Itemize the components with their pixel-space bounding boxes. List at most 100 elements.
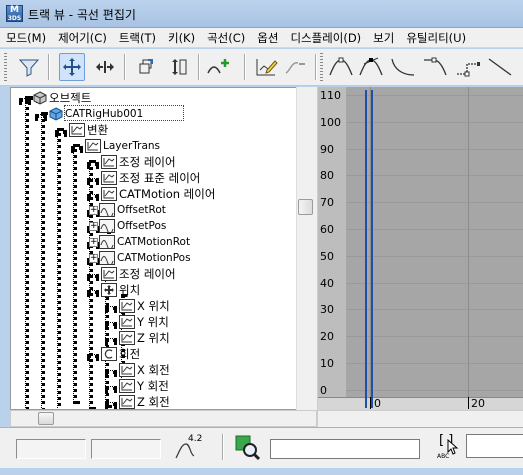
controller-icon xyxy=(69,123,85,137)
curve-horizontal-scrollbar[interactable] xyxy=(318,410,523,427)
draw-curves-icon[interactable] xyxy=(253,53,279,81)
slide-keys-icon[interactable] xyxy=(132,53,158,81)
controller-icon xyxy=(119,363,135,377)
focus-rectangle xyxy=(64,105,184,121)
curve-editor-ruler xyxy=(318,87,346,397)
menu-item-5[interactable]: 옵션 xyxy=(251,30,284,46)
menu-item-7[interactable]: 보기 xyxy=(367,30,400,46)
tree-node[interactable]: X 회전 xyxy=(119,362,170,378)
tree-node-label: CATMotionRot xyxy=(117,236,191,248)
expand-icon[interactable]: + xyxy=(89,253,98,263)
brackets-abc-icon[interactable]: [ ] ABC xyxy=(433,433,463,463)
tree-node[interactable]: + CATMotionRot xyxy=(89,234,190,250)
tree-node[interactable]: 변환 xyxy=(69,122,108,138)
tree-node[interactable]: 조정 표준 레이어 xyxy=(101,170,200,186)
curve-track-icon xyxy=(99,203,115,217)
tree-node[interactable]: + OffsetPos xyxy=(89,218,166,234)
toolbar-grip[interactable] xyxy=(4,53,7,81)
y-axis-label: 100 xyxy=(320,115,341,129)
tree-node[interactable]: + CATMotionPos xyxy=(89,250,191,266)
expand-icon[interactable]: + xyxy=(89,221,98,231)
expand-icon[interactable]: + xyxy=(89,237,98,247)
tree-node[interactable]: + OffsetRot xyxy=(89,202,166,218)
controller-icon xyxy=(101,187,117,201)
tangent-custom-icon[interactable] xyxy=(358,53,384,81)
cat-hub-icon xyxy=(49,107,63,121)
tangent-slow-icon[interactable] xyxy=(422,53,448,81)
tangent-auto-icon[interactable] xyxy=(328,53,354,81)
frame-field[interactable] xyxy=(16,439,86,459)
menu-item-2[interactable]: 트랙(T) xyxy=(113,30,162,46)
object-icon xyxy=(33,91,47,105)
tree-scroll-thumb[interactable] xyxy=(298,199,313,215)
move-keys-icon[interactable] xyxy=(59,53,85,81)
filter-icon[interactable] xyxy=(16,53,42,81)
tree-node-label: CATMotion 레이어 xyxy=(119,187,216,201)
reduce-keys-icon[interactable] xyxy=(283,53,309,81)
tree-node[interactable]: LayerTrans xyxy=(85,138,160,154)
scale-keys-icon[interactable] xyxy=(165,53,191,81)
tree-node-label: Z 회전 xyxy=(137,395,170,409)
key-stats-icon[interactable]: 4.2 xyxy=(172,432,206,462)
controller-icon xyxy=(119,379,135,393)
zoom-selected-icon[interactable] xyxy=(233,433,261,461)
y-axis-label: 70 xyxy=(320,196,334,210)
value-entry-field[interactable] xyxy=(466,434,523,458)
tree-node[interactable]: Y 위치 xyxy=(119,314,169,330)
tree-node-label: X 위치 xyxy=(137,299,170,313)
tree-node-label: 변환 xyxy=(87,123,109,137)
tree-node-label: 위치 xyxy=(119,283,141,297)
tangent-fast-icon[interactable] xyxy=(390,53,416,81)
y-axis-label: 30 xyxy=(320,303,334,317)
app-icon[interactable]: M 3DS xyxy=(6,5,23,22)
tree-node-label: 조정 레이어 xyxy=(119,267,176,281)
tree-horizontal-scrollbar[interactable] xyxy=(10,410,317,427)
controller-tree[interactable]: 오브젝트 CATRigHub001 변환 LayerTrans 조정 레이어 조정 표준 … xyxy=(10,87,317,410)
y-axis-label: 10 xyxy=(320,357,334,370)
menu-item-0[interactable]: 모드(M) xyxy=(0,30,52,46)
tree-node[interactable]: Z 회전 xyxy=(119,394,170,409)
y-axis-label: 90 xyxy=(320,142,334,156)
curve-track-icon xyxy=(99,251,115,265)
y-axis-label: 20 xyxy=(320,330,334,344)
y-axis-label: 60 xyxy=(320,223,334,236)
menu-item-1[interactable]: 제어기(C) xyxy=(52,30,113,46)
tree-node[interactable]: X 위치 xyxy=(119,298,170,314)
controller-icon xyxy=(101,267,117,281)
tree-node-label: Z 위치 xyxy=(137,331,170,345)
tree-vertical-scrollbar[interactable] xyxy=(296,87,317,410)
tree-hscroll-thumb[interactable] xyxy=(38,412,54,425)
tree-node[interactable]: 조정 레이어 xyxy=(101,154,176,170)
menu-item-3[interactable]: 키(K) xyxy=(162,30,201,46)
tree-node[interactable]: Y 회전 xyxy=(119,378,169,394)
curve-editor-grid[interactable] xyxy=(318,87,523,410)
tree-node[interactable]: 오브젝트 xyxy=(33,90,91,106)
tangent-linear-icon[interactable] xyxy=(487,53,513,81)
add-keys-icon[interactable] xyxy=(206,53,232,81)
controller-icon xyxy=(119,315,135,329)
tree-node-label: OffsetPos xyxy=(117,220,167,232)
rotation-icon xyxy=(101,347,117,361)
controller-icon xyxy=(101,171,117,185)
y-axis-label: 40 xyxy=(320,276,334,290)
menu-item-4[interactable]: 곡선(C) xyxy=(201,30,251,46)
search-field[interactable] xyxy=(270,439,420,459)
controller-icon xyxy=(119,395,135,409)
tree-node[interactable]: CATMotion 레이어 xyxy=(101,186,215,202)
tangent-step-icon[interactable] xyxy=(455,53,481,81)
menu-item-6[interactable]: 디스플레이(D) xyxy=(284,30,367,46)
title-bar: M 3DS 트랙 뷰 - 곡선 편집기 xyxy=(0,0,523,28)
tree-node[interactable]: Z 위치 xyxy=(119,330,170,346)
menu-item-8[interactable]: 유틸리티(U) xyxy=(400,30,472,46)
curve-track-icon xyxy=(99,219,115,233)
time-ruler[interactable] xyxy=(318,397,523,410)
tree-node-label: Y 회전 xyxy=(137,379,169,393)
value-field[interactable] xyxy=(91,439,161,459)
expand-icon[interactable]: + xyxy=(89,205,98,215)
tree-node[interactable]: 회전 xyxy=(101,346,140,362)
curve-track-icon xyxy=(99,235,115,249)
move-horizontal-icon[interactable] xyxy=(92,53,118,81)
tree-node[interactable]: 조정 레이어 xyxy=(101,266,176,282)
toolbar-grip-2[interactable] xyxy=(320,53,323,81)
tree-node[interactable]: 위치 xyxy=(101,282,140,298)
